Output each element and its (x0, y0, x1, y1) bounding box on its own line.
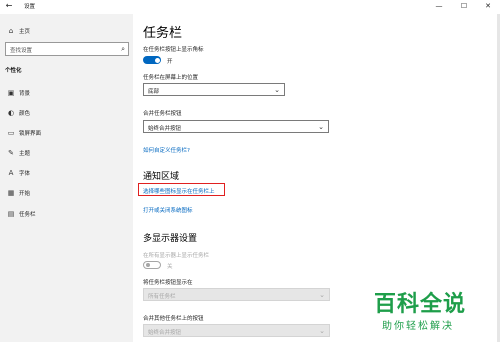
select-icons-link[interactable]: 选择哪些图标显示在任务栏上 (143, 187, 215, 195)
customize-taskbar-link[interactable]: 如何自定义任务栏? (143, 146, 190, 154)
position-label: 任务栏在屏幕上的位置 (143, 75, 199, 81)
start-icon: ▦ (7, 189, 15, 197)
badge-toggle[interactable] (143, 56, 161, 64)
sidebar-item-themes[interactable]: ✎ 主题 (0, 146, 133, 160)
page-title: 任务栏 (143, 26, 183, 41)
sidebar-item-label: 开始 (19, 191, 31, 197)
show-buttons-label: 将任务栏按钮显示在 (143, 280, 193, 286)
chevron-down-icon: ⌄ (318, 123, 324, 131)
position-value: 底部 (148, 89, 160, 95)
sidebar-item-background[interactable]: ▣ 背景 (0, 86, 133, 100)
image-icon: ▣ (7, 89, 15, 97)
watermark-logo: 百科全说 助你轻松解决 (372, 286, 492, 332)
chevron-down-icon: ⌄ (319, 291, 325, 299)
sidebar-section-title: 个性化 (5, 68, 22, 74)
sidebar-item-label: 背景 (19, 91, 31, 97)
palette-icon: ◐ (7, 109, 15, 117)
show-buttons-dropdown[interactable]: 所有任务栏 ⌄ (143, 288, 330, 301)
sidebar-item-colors[interactable]: ◐ 颜色 (0, 106, 133, 120)
sidebar-item-start[interactable]: ▦ 开始 (0, 186, 133, 200)
show-buttons-value: 所有任务栏 (148, 294, 176, 300)
show-all-displays-toggle[interactable] (143, 261, 161, 269)
sidebar-item-label: 字体 (19, 171, 31, 177)
multi-display-heading: 多显示器设置 (143, 234, 198, 244)
search-input[interactable]: 查找设置 ⌕ (5, 42, 129, 56)
home-icon: ⌂ (8, 27, 14, 35)
chevron-down-icon: ⌄ (319, 327, 325, 335)
watermark-main-text: 百科全说 (374, 292, 467, 317)
system-icons-link[interactable]: 打开或关闭系统图标 (143, 206, 193, 214)
back-arrow-icon[interactable]: ← (4, 1, 14, 11)
font-icon: A (8, 169, 14, 177)
toggle-knob (145, 263, 150, 267)
theme-icon: ✎ (8, 149, 14, 157)
sidebar-item-label: 任务栏 (19, 212, 36, 218)
toggle-knob (154, 57, 160, 63)
show-all-displays-label: 在所有显示器上显示任务栏 (143, 253, 210, 259)
sidebar-item-label: 锁屏界面 (19, 131, 42, 137)
sidebar-item-taskbar[interactable]: ▤ 任务栏 (0, 207, 133, 221)
sidebar-item-label: 主题 (19, 151, 31, 157)
combine-other-value: 始终合并按钮 (148, 330, 182, 336)
combine-other-dropdown[interactable]: 始终合并按钮 ⌄ (143, 324, 330, 337)
combine-label: 合并任务栏按钮 (143, 111, 182, 117)
badge-setting-label: 在任务栏按钮上显示角标 (143, 47, 204, 53)
combine-dropdown[interactable]: 始终合并按钮 ⌄ (143, 120, 329, 133)
search-icon[interactable]: ⌕ (121, 45, 125, 53)
search-placeholder: 查找设置 (10, 48, 33, 54)
notification-area-heading: 通知区域 (143, 172, 180, 182)
sidebar-item-label: 主页 (19, 29, 31, 35)
lock-screen-icon: ▭ (7, 129, 15, 137)
watermark-sub-text: 助你轻松解决 (382, 321, 454, 332)
taskbar-icon: ▤ (7, 210, 15, 218)
badge-toggle-state: 开 (167, 59, 173, 65)
sidebar-item-label: 颜色 (19, 111, 31, 117)
window-title: 设置 (24, 4, 36, 10)
sidebar-item-fonts[interactable]: A 字体 (0, 166, 133, 180)
sidebar-item-home[interactable]: ⌂ 主页 (0, 24, 133, 38)
combine-other-label: 合并其他任务栏上的按钮 (143, 316, 204, 322)
combine-value: 始终合并按钮 (148, 126, 182, 132)
show-all-displays-state: 关 (167, 264, 173, 270)
position-dropdown[interactable]: 底部 ⌄ (143, 83, 285, 96)
sidebar-item-lock-screen[interactable]: ▭ 锁屏界面 (0, 126, 133, 140)
chevron-down-icon: ⌄ (274, 86, 280, 94)
